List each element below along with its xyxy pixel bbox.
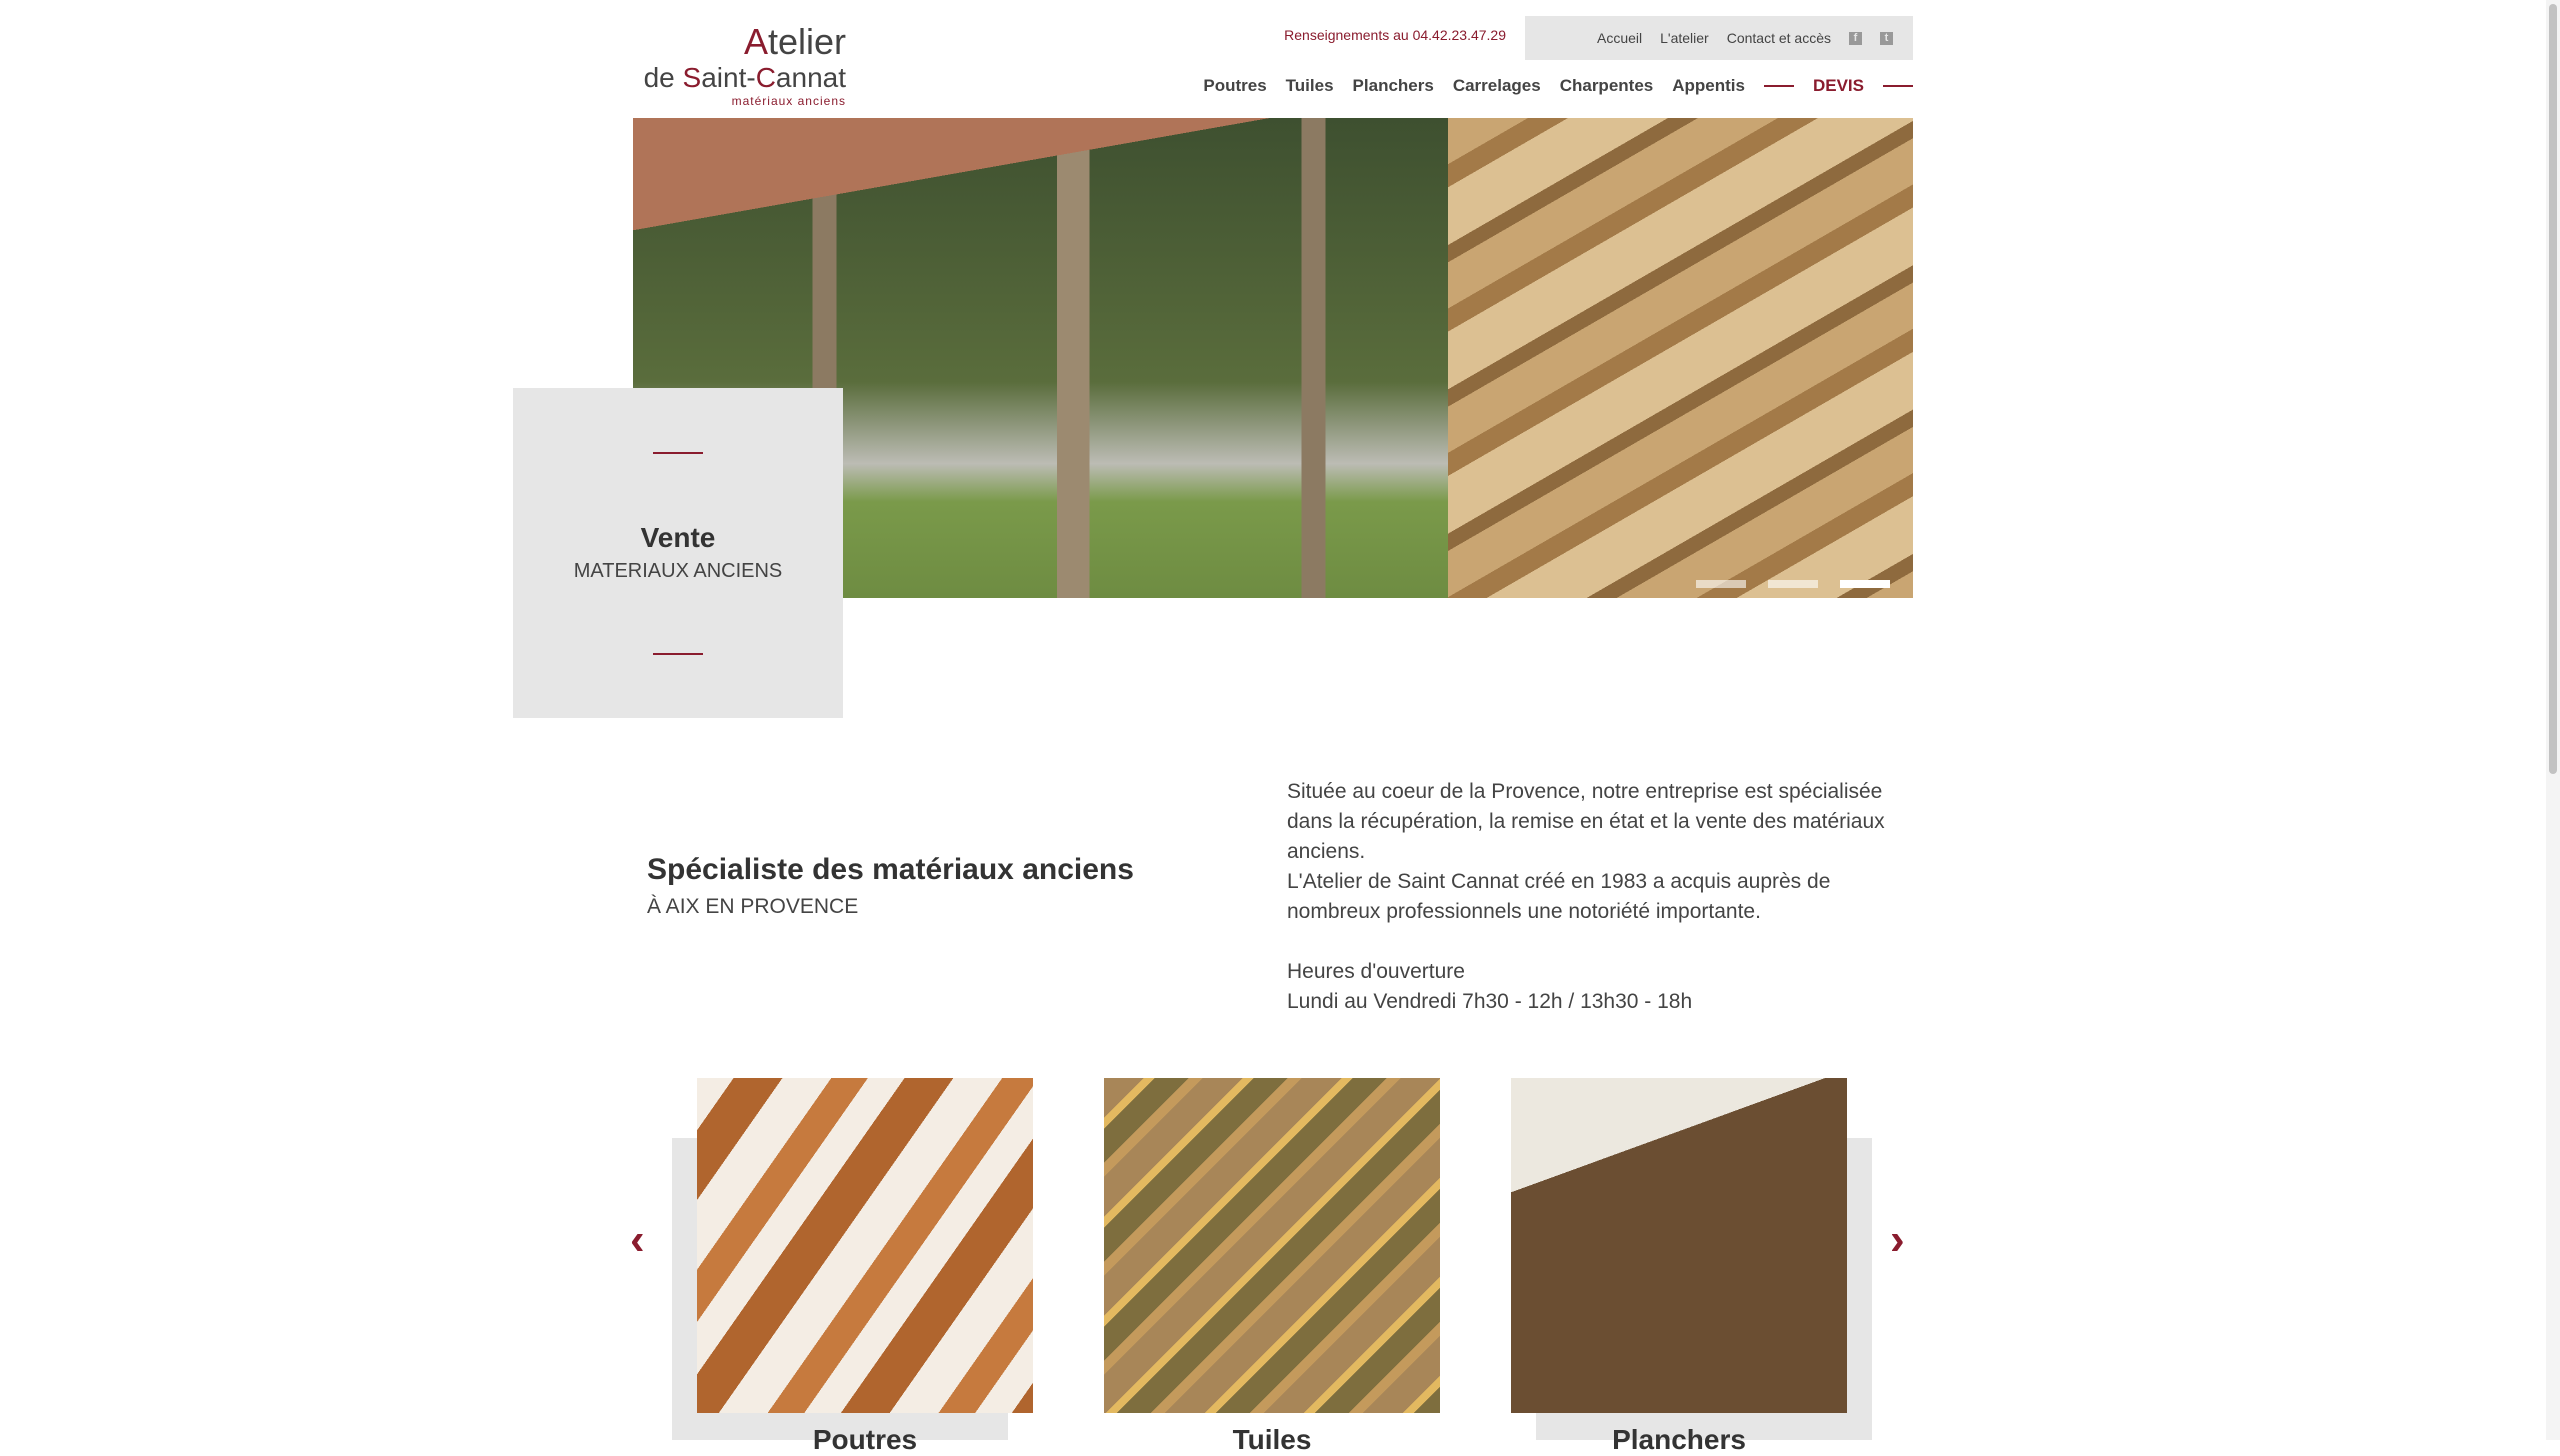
phone-info: Renseignements au 04.42.23.47.29: [1284, 27, 1506, 43]
intro-text: Située au coeur de la Provence, notre en…: [1287, 777, 1907, 1017]
logo-initial: A: [743, 21, 768, 62]
slider-dot-2[interactable]: [1768, 580, 1818, 588]
slider-dot-3-active[interactable]: [1840, 580, 1890, 588]
nav-devis[interactable]: DEVIS: [1813, 76, 1864, 96]
divider: [653, 653, 703, 655]
logo-text: aint-: [701, 62, 756, 93]
top-bar: Accueil L'atelier Contact et accès f t: [1525, 16, 1913, 60]
divider: [653, 452, 703, 454]
logo-text: annat: [775, 62, 846, 93]
logo-tagline: matériaux anciens: [731, 94, 846, 108]
main-nav: Poutres Tuiles Planchers Carrelages Char…: [1150, 76, 1913, 96]
logo-text: C: [755, 62, 776, 93]
carousel-prev-button[interactable]: ‹: [630, 1215, 645, 1265]
section-subheading: À AIX EN PROVENCE: [647, 895, 859, 918]
link-accueil[interactable]: Accueil: [1597, 30, 1642, 46]
nav-poutres[interactable]: Poutres: [1203, 76, 1266, 96]
scrollbar-thumb[interactable]: [2549, 4, 2557, 774]
link-contact[interactable]: Contact et accès: [1727, 30, 1831, 46]
logo-text: S: [682, 62, 702, 93]
hero-image-beams: [1448, 118, 1913, 598]
product-image-tuiles[interactable]: [1104, 1078, 1440, 1413]
nav-charpentes[interactable]: Charpentes: [1560, 76, 1654, 96]
divider: [1763, 85, 1794, 87]
nav-carrelages[interactable]: Carrelages: [1453, 76, 1541, 96]
intro-paragraph: L'Atelier de Saint Cannat créé en 1983 a…: [1287, 870, 1831, 923]
logo[interactable]: Atelier de Saint-Cannat matériaux ancien…: [640, 21, 846, 109]
product-image-planchers[interactable]: [1511, 1078, 1847, 1413]
product-label[interactable]: Poutres: [697, 1424, 1033, 1456]
hours-title: Heures d'ouverture: [1287, 960, 1465, 983]
nav-tuiles[interactable]: Tuiles: [1286, 76, 1334, 96]
nav-planchers[interactable]: Planchers: [1353, 76, 1434, 96]
slider-dot-1[interactable]: [1696, 580, 1746, 588]
hours-text: Lundi au Vendredi 7h30 - 12h / 13h30 - 1…: [1287, 990, 1693, 1013]
nav-appentis[interactable]: Appentis: [1672, 76, 1745, 96]
product-label[interactable]: Tuiles: [1104, 1424, 1440, 1456]
hero-caption: Vente MATERIAUX ANCIENS: [513, 388, 843, 718]
logo-text: telier: [767, 21, 846, 62]
link-atelier[interactable]: L'atelier: [1660, 30, 1709, 46]
carousel-next-button[interactable]: ›: [1890, 1215, 1905, 1265]
intro-paragraph: Située au coeur de la Provence, notre en…: [1287, 780, 1885, 863]
section-heading: Spécialiste des matériaux anciens: [647, 853, 1134, 886]
twitter-icon[interactable]: t: [1880, 31, 1893, 45]
product-label[interactable]: Planchers: [1511, 1424, 1847, 1456]
logo-text: de: [643, 62, 683, 93]
product-image-poutres[interactable]: [697, 1078, 1033, 1413]
divider: [1883, 85, 1913, 87]
hero-title: Vente: [640, 522, 716, 553]
facebook-icon[interactable]: f: [1849, 31, 1862, 45]
hero-subtitle: MATERIAUX ANCIENS: [573, 560, 783, 582]
